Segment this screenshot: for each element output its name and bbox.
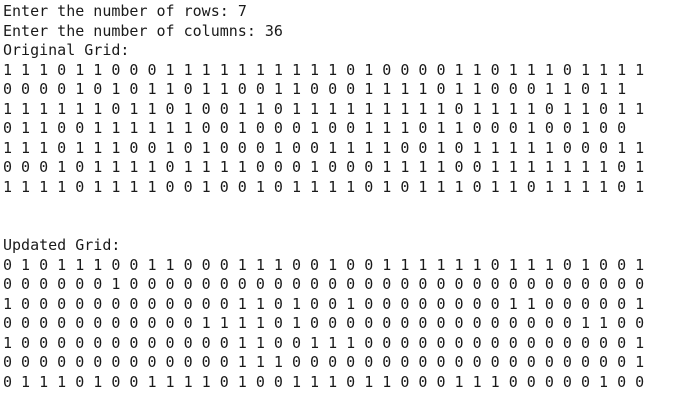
updated-grid-row: 0 0 0 0 0 0 0 0 0 0 0 1 1 1 1 0 1 0 0 0 … <box>3 314 645 332</box>
updated-grid-row: 0 1 0 1 1 1 0 0 1 1 0 0 0 1 1 1 0 0 1 0 … <box>3 255 645 274</box>
updated-grid: 0 1 0 1 1 1 0 0 1 1 0 0 0 1 1 1 0 0 1 0 … <box>3 256 680 393</box>
console-output: Enter the number of rows: 7 Enter the nu… <box>0 0 680 420</box>
updated-grid-row: 0 0 0 0 0 0 0 0 0 0 0 0 0 1 1 1 0 0 0 0 … <box>3 353 645 371</box>
rows-prompt-label: Enter the number of rows: <box>3 2 238 20</box>
original-grid-row: 1 1 1 1 1 1 0 1 1 0 1 0 0 1 1 0 1 1 1 1 … <box>3 99 645 118</box>
columns-prompt-line: Enter the number of columns: 36 <box>3 22 680 42</box>
original-grid-row: 0 0 0 0 1 0 1 0 1 1 0 1 1 0 0 1 1 0 0 0 … <box>3 80 627 98</box>
columns-prompt-label: Enter the number of columns: <box>3 21 265 40</box>
original-grid-row: 0 0 0 1 0 1 1 1 1 0 1 1 1 1 0 0 0 1 0 0 … <box>3 158 645 176</box>
original-grid-header: Original Grid: <box>3 41 130 59</box>
updated-grid-row: 1 0 0 0 0 0 0 0 0 0 0 0 0 1 1 0 0 1 1 1 … <box>3 333 645 352</box>
updated-grid-row: 0 0 0 0 0 0 1 0 0 0 0 0 0 0 0 0 0 0 0 0 … <box>3 275 645 293</box>
original-grid: 1 1 1 0 1 1 0 0 0 1 1 1 1 1 1 1 1 1 1 0 … <box>3 61 680 198</box>
updated-grid-header: Updated Grid: <box>3 236 121 254</box>
original-grid-row: 0 1 1 0 0 1 1 1 1 1 1 0 0 1 0 0 0 1 0 0 … <box>3 119 627 137</box>
rows-prompt-line: Enter the number of rows: 7 <box>3 2 680 22</box>
original-grid-row: 1 1 1 0 1 1 0 0 0 1 1 1 1 1 1 1 1 1 1 0 … <box>3 60 645 79</box>
columns-prompt-value: 36 <box>264 21 283 40</box>
rows-prompt-value: 7 <box>237 2 247 20</box>
updated-grid-row: 1 0 0 0 0 0 0 0 0 0 0 0 0 1 1 0 1 0 0 1 … <box>3 294 645 313</box>
original-grid-row: 1 1 1 1 0 1 1 1 1 0 0 1 0 0 1 0 1 1 1 1 … <box>3 177 645 196</box>
original-grid-row: 1 1 1 0 1 1 1 0 0 1 0 1 0 0 0 1 0 0 1 1 … <box>3 138 645 157</box>
updated-grid-row: 0 1 1 1 0 1 0 0 1 1 1 1 0 1 0 0 1 1 1 0 … <box>3 372 645 391</box>
